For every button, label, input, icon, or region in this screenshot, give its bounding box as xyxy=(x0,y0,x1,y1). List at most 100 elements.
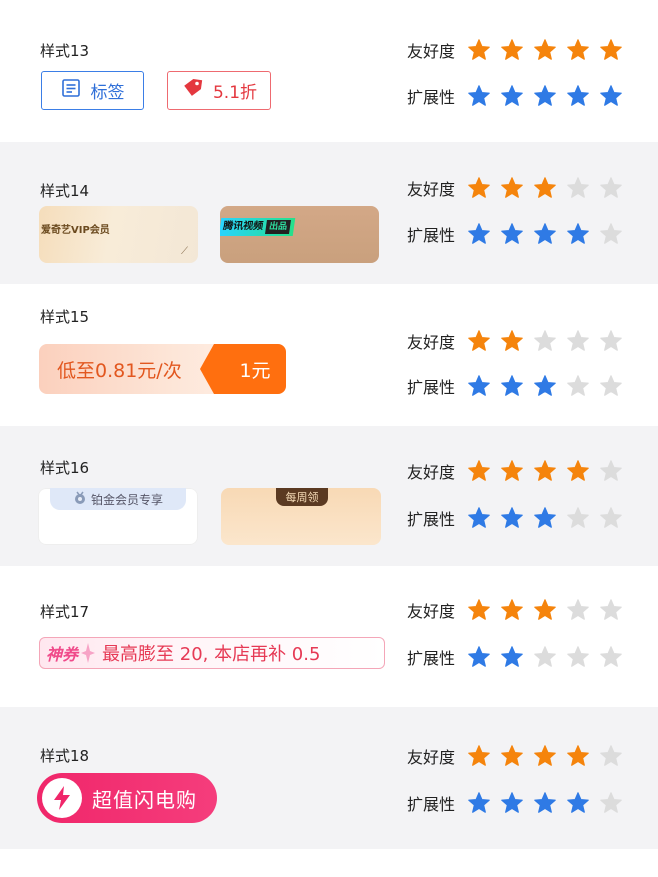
star-filled-icon xyxy=(500,459,524,483)
star-empty-icon xyxy=(566,374,590,398)
star-empty-icon xyxy=(599,176,623,200)
price-per-use-text: 低至0.81元/次 xyxy=(57,360,182,382)
star-empty-icon xyxy=(566,645,590,669)
star-filled-icon xyxy=(500,374,524,398)
discount-text: 5.1折 xyxy=(212,83,258,103)
tag-label-chip[interactable]: 标签 xyxy=(41,71,144,110)
star-empty-icon xyxy=(566,176,590,200)
extensibility-row: 扩展性 xyxy=(407,504,623,532)
extensibility-stars xyxy=(467,791,623,815)
medal-icon xyxy=(73,491,87,508)
star-filled-icon xyxy=(566,84,590,108)
extensibility-stars xyxy=(467,506,623,530)
star-filled-icon xyxy=(599,38,623,62)
style-section-13: 样式13 标签 5.1折 友好度 扩展性 xyxy=(0,0,658,142)
star-filled-icon xyxy=(500,38,524,62)
star-filled-icon xyxy=(533,38,557,62)
extensibility-label: 扩展性 xyxy=(407,88,456,107)
price-per-use-pill[interactable]: 低至0.81元/次 1元 xyxy=(39,344,286,394)
document-icon xyxy=(61,78,81,103)
star-empty-icon xyxy=(566,598,590,622)
friendliness-stars xyxy=(467,38,623,62)
style-title: 样式15 xyxy=(40,308,90,326)
iqiyi-vip-card[interactable]: 爱奇艺VIP会员 ⟋ xyxy=(39,206,198,263)
price-tag-icon xyxy=(181,76,205,105)
style-title: 样式13 xyxy=(40,42,90,60)
star-filled-icon xyxy=(533,84,557,108)
star-empty-icon xyxy=(533,645,557,669)
extensibility-label: 扩展性 xyxy=(407,510,456,529)
star-filled-icon xyxy=(500,84,524,108)
super-coupon-label: 神券 xyxy=(46,645,79,664)
decorative-mark-icon: ⟋ xyxy=(181,246,188,257)
star-empty-icon xyxy=(566,329,590,353)
star-filled-icon xyxy=(500,645,524,669)
tag-text: 标签 xyxy=(90,83,125,103)
extensibility-row: 扩展性 xyxy=(407,643,623,671)
style-title: 样式16 xyxy=(40,459,90,477)
style-title: 样式18 xyxy=(40,747,90,765)
star-filled-icon xyxy=(533,744,557,768)
star-filled-icon xyxy=(533,222,557,246)
star-empty-icon xyxy=(599,459,623,483)
friendliness-stars xyxy=(467,176,623,200)
star-filled-icon xyxy=(500,791,524,815)
star-filled-icon xyxy=(500,506,524,530)
star-filled-icon xyxy=(467,645,491,669)
star-filled-icon xyxy=(467,84,491,108)
lightning-icon xyxy=(42,778,82,818)
star-filled-icon xyxy=(500,222,524,246)
platinum-member-text: 铂金会员专享 xyxy=(90,492,163,507)
star-filled-icon xyxy=(467,222,491,246)
star-filled-icon xyxy=(533,459,557,483)
star-filled-icon xyxy=(467,329,491,353)
star-filled-icon xyxy=(467,598,491,622)
platinum-member-tab: 铂金会员专享 xyxy=(50,488,186,510)
super-coupon-bar[interactable]: 神券 最高膨至 20, 本店再补 0.5 xyxy=(39,637,385,669)
platinum-member-card[interactable]: 铂金会员专享 xyxy=(38,488,198,545)
friendliness-row: 友好度 xyxy=(407,36,623,64)
friendliness-row: 友好度 xyxy=(407,327,623,355)
star-filled-icon xyxy=(467,506,491,530)
extensibility-row: 扩展性 xyxy=(407,82,623,110)
star-empty-icon xyxy=(599,222,623,246)
price-badge: 1元 xyxy=(200,344,286,394)
star-filled-icon xyxy=(467,38,491,62)
extensibility-label: 扩展性 xyxy=(407,226,456,245)
star-filled-icon xyxy=(500,329,524,353)
star-filled-icon xyxy=(467,459,491,483)
extensibility-row: 扩展性 xyxy=(407,372,623,400)
extensibility-label: 扩展性 xyxy=(407,649,456,668)
star-filled-icon xyxy=(467,791,491,815)
extensibility-stars xyxy=(467,84,623,108)
tencent-video-card[interactable]: 腾讯视频 出品 xyxy=(220,206,379,263)
star-filled-icon xyxy=(566,744,590,768)
style-title: 样式17 xyxy=(40,603,90,621)
star-filled-icon xyxy=(533,374,557,398)
tencent-video-label: 腾讯视频 出品 xyxy=(220,218,296,236)
star-filled-icon xyxy=(599,84,623,108)
friendliness-label: 友好度 xyxy=(407,42,456,61)
friendliness-stars xyxy=(467,459,623,483)
friendliness-label: 友好度 xyxy=(407,748,456,767)
extensibility-stars xyxy=(467,374,623,398)
star-filled-icon xyxy=(500,744,524,768)
star-empty-icon xyxy=(599,598,623,622)
star-empty-icon xyxy=(599,791,623,815)
star-filled-icon xyxy=(533,176,557,200)
weekly-claim-tab: 每周领 xyxy=(276,488,328,506)
friendliness-label: 友好度 xyxy=(407,602,456,621)
tencent-video-sub: 出品 xyxy=(265,220,291,234)
star-empty-icon xyxy=(599,506,623,530)
star-filled-icon xyxy=(566,222,590,246)
discount-chip[interactable]: 5.1折 xyxy=(167,71,271,110)
flash-deal-pill[interactable]: 超值闪电购 xyxy=(37,773,217,823)
star-filled-icon xyxy=(533,791,557,815)
weekly-claim-card[interactable]: 每周领 xyxy=(221,488,381,545)
extensibility-label: 扩展性 xyxy=(407,795,456,814)
friendliness-row: 友好度 xyxy=(407,742,623,770)
star-filled-icon xyxy=(566,38,590,62)
star-filled-icon xyxy=(533,506,557,530)
star-empty-icon xyxy=(599,374,623,398)
star-filled-icon xyxy=(566,791,590,815)
